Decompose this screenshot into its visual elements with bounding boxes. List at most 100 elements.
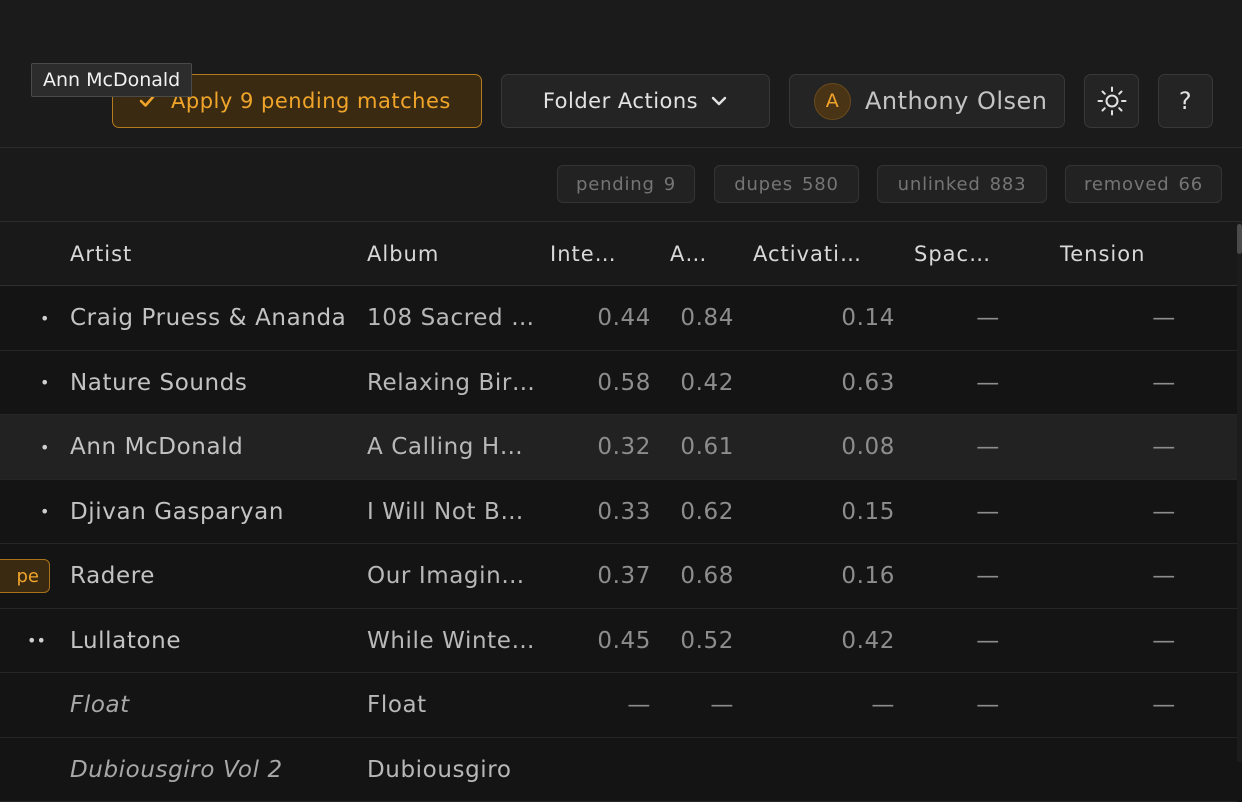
user-name: Anthony Olsen [865, 87, 1048, 115]
cell-activation: 0.42 [760, 609, 895, 673]
table-body: • Craig Pruess & Ananda 108 Sacred … 0.4… [0, 286, 1237, 802]
cell-intensity: 0.32 [560, 415, 651, 479]
cell-artist: Nature Sounds [70, 351, 350, 415]
stat-unlinked-badge[interactable]: unlinked 883 [877, 165, 1047, 203]
cell-intensity: 0.58 [560, 351, 651, 415]
column-header-tension[interactable]: Tension [1060, 222, 1145, 286]
cell-space: — [960, 286, 1016, 350]
stat-dupes-badge[interactable]: dupes 580 [714, 165, 859, 203]
stat-count: 9 [664, 174, 676, 195]
cell-artist: Dubiousgiro Vol 2 [70, 738, 350, 802]
help-icon: ? [1179, 87, 1192, 115]
table-row[interactable]: • Ann McDonald A Calling H… 0.32 0.61 0.… [0, 415, 1237, 480]
tooltip: Ann McDonald [31, 63, 192, 97]
theme-toggle-button[interactable] [1084, 74, 1139, 128]
cell-space: — [960, 609, 1016, 673]
column-header-artist[interactable]: Artist [70, 222, 132, 286]
cell-album: I Will Not B… [367, 480, 537, 544]
cell-activation: 0.08 [760, 415, 895, 479]
cell-a: 0.68 [660, 544, 734, 608]
stat-label: removed [1084, 174, 1169, 195]
cell-album: Relaxing Bir… [367, 351, 537, 415]
cell-tension: — [1120, 286, 1208, 350]
cell-tension: — [1120, 544, 1208, 608]
cell-tension: — [1120, 415, 1208, 479]
avatar: A [814, 83, 851, 120]
cell-artist: Djivan Gasparyan [70, 480, 350, 544]
cell-intensity: 0.44 [560, 286, 651, 350]
cell-a: 0.61 [660, 415, 734, 479]
sun-icon [1096, 85, 1128, 117]
cell-a: 0.62 [660, 480, 734, 544]
stats-bar: pending 9 dupes 580 unlinked 883 removed… [0, 148, 1242, 222]
cell-a: 0.42 [660, 351, 734, 415]
row-marker: • [40, 480, 49, 544]
cell-intensity: 0.33 [560, 480, 651, 544]
cell-activation: 0.16 [760, 544, 895, 608]
cell-album: 108 Sacred … [367, 286, 537, 350]
row-marker: • [40, 415, 49, 479]
cell-intensity: 0.45 [560, 609, 651, 673]
apply-button-label: Apply 9 pending matches [171, 89, 451, 113]
cell-a: 0.84 [660, 286, 734, 350]
cell-space: — [960, 673, 1016, 737]
cell-space: — [960, 351, 1016, 415]
cell-intensity: — [560, 673, 651, 737]
stat-count: 580 [802, 174, 839, 195]
cell-album: Dubiousgiro [367, 738, 537, 802]
chevron-down-icon [710, 92, 728, 110]
cell-tension: — [1120, 609, 1208, 673]
cell-intensity: 0.37 [560, 544, 651, 608]
user-menu-button[interactable]: A Anthony Olsen [789, 74, 1065, 128]
cell-album: While Winte… [367, 609, 537, 673]
row-marker: • [40, 351, 49, 415]
help-button[interactable]: ? [1158, 74, 1213, 128]
table-row[interactable]: • Nature Sounds Relaxing Bir… 0.58 0.42 … [0, 351, 1237, 416]
table-row[interactable]: Float Float — — — — — [0, 673, 1237, 738]
cell-artist: Float [70, 673, 350, 737]
cell-album: A Calling H… [367, 415, 537, 479]
cell-tension: — [1120, 673, 1208, 737]
stat-label: pending [576, 174, 655, 195]
scrollbar-track[interactable] [1237, 222, 1242, 762]
cell-activation: 0.63 [760, 351, 895, 415]
stat-label: unlinked [898, 174, 981, 195]
cell-artist: Ann McDonald [70, 415, 350, 479]
stat-count: 883 [990, 174, 1027, 195]
cell-space: — [960, 480, 1016, 544]
table-row[interactable]: • Craig Pruess & Ananda 108 Sacred … 0.4… [0, 286, 1237, 351]
stat-removed-badge[interactable]: removed 66 [1065, 165, 1222, 203]
table-row[interactable]: pe Radere Our Imagin… 0.37 0.68 0.16 — — [0, 544, 1237, 609]
column-header-space[interactable]: Spac… [914, 222, 991, 286]
cell-a: — [660, 673, 734, 737]
scrollbar-thumb[interactable] [1237, 224, 1242, 254]
cell-album: Float [367, 673, 537, 737]
cell-artist: Radere [70, 544, 350, 608]
cell-artist: Craig Pruess & Ananda [70, 286, 350, 350]
cell-a: 0.52 [660, 609, 734, 673]
cell-tension: — [1120, 480, 1208, 544]
column-header-activation[interactable]: Activati… [753, 222, 862, 286]
cell-space: — [960, 415, 1016, 479]
table-row[interactable]: Dubiousgiro Vol 2 Dubiousgiro [0, 738, 1237, 802]
table-header: Artist Album Inte… A… Activati… Spac… Te… [0, 222, 1242, 286]
cell-artist: Lullatone [70, 609, 350, 673]
table-row[interactable]: • Djivan Gasparyan I Will Not B… 0.33 0.… [0, 480, 1237, 545]
folder-actions-label: Folder Actions [543, 89, 698, 113]
stat-count: 66 [1178, 174, 1203, 195]
row-marker: • [40, 286, 49, 350]
cell-tension: — [1120, 351, 1208, 415]
cell-activation: 0.14 [760, 286, 895, 350]
cell-activation: 0.15 [760, 480, 895, 544]
status-badge[interactable]: pe [0, 559, 50, 593]
column-header-a[interactable]: A… [670, 222, 707, 286]
cell-space: — [960, 544, 1016, 608]
cell-activation: — [760, 673, 895, 737]
column-header-intensity[interactable]: Inte… [550, 222, 617, 286]
folder-actions-button[interactable]: Folder Actions [501, 74, 770, 128]
row-marker: •• [27, 609, 46, 673]
stat-label: dupes [734, 174, 793, 195]
column-header-album[interactable]: Album [367, 222, 439, 286]
table-row[interactable]: •• Lullatone While Winte… 0.45 0.52 0.42… [0, 609, 1237, 674]
stat-pending-badge[interactable]: pending 9 [557, 165, 695, 203]
